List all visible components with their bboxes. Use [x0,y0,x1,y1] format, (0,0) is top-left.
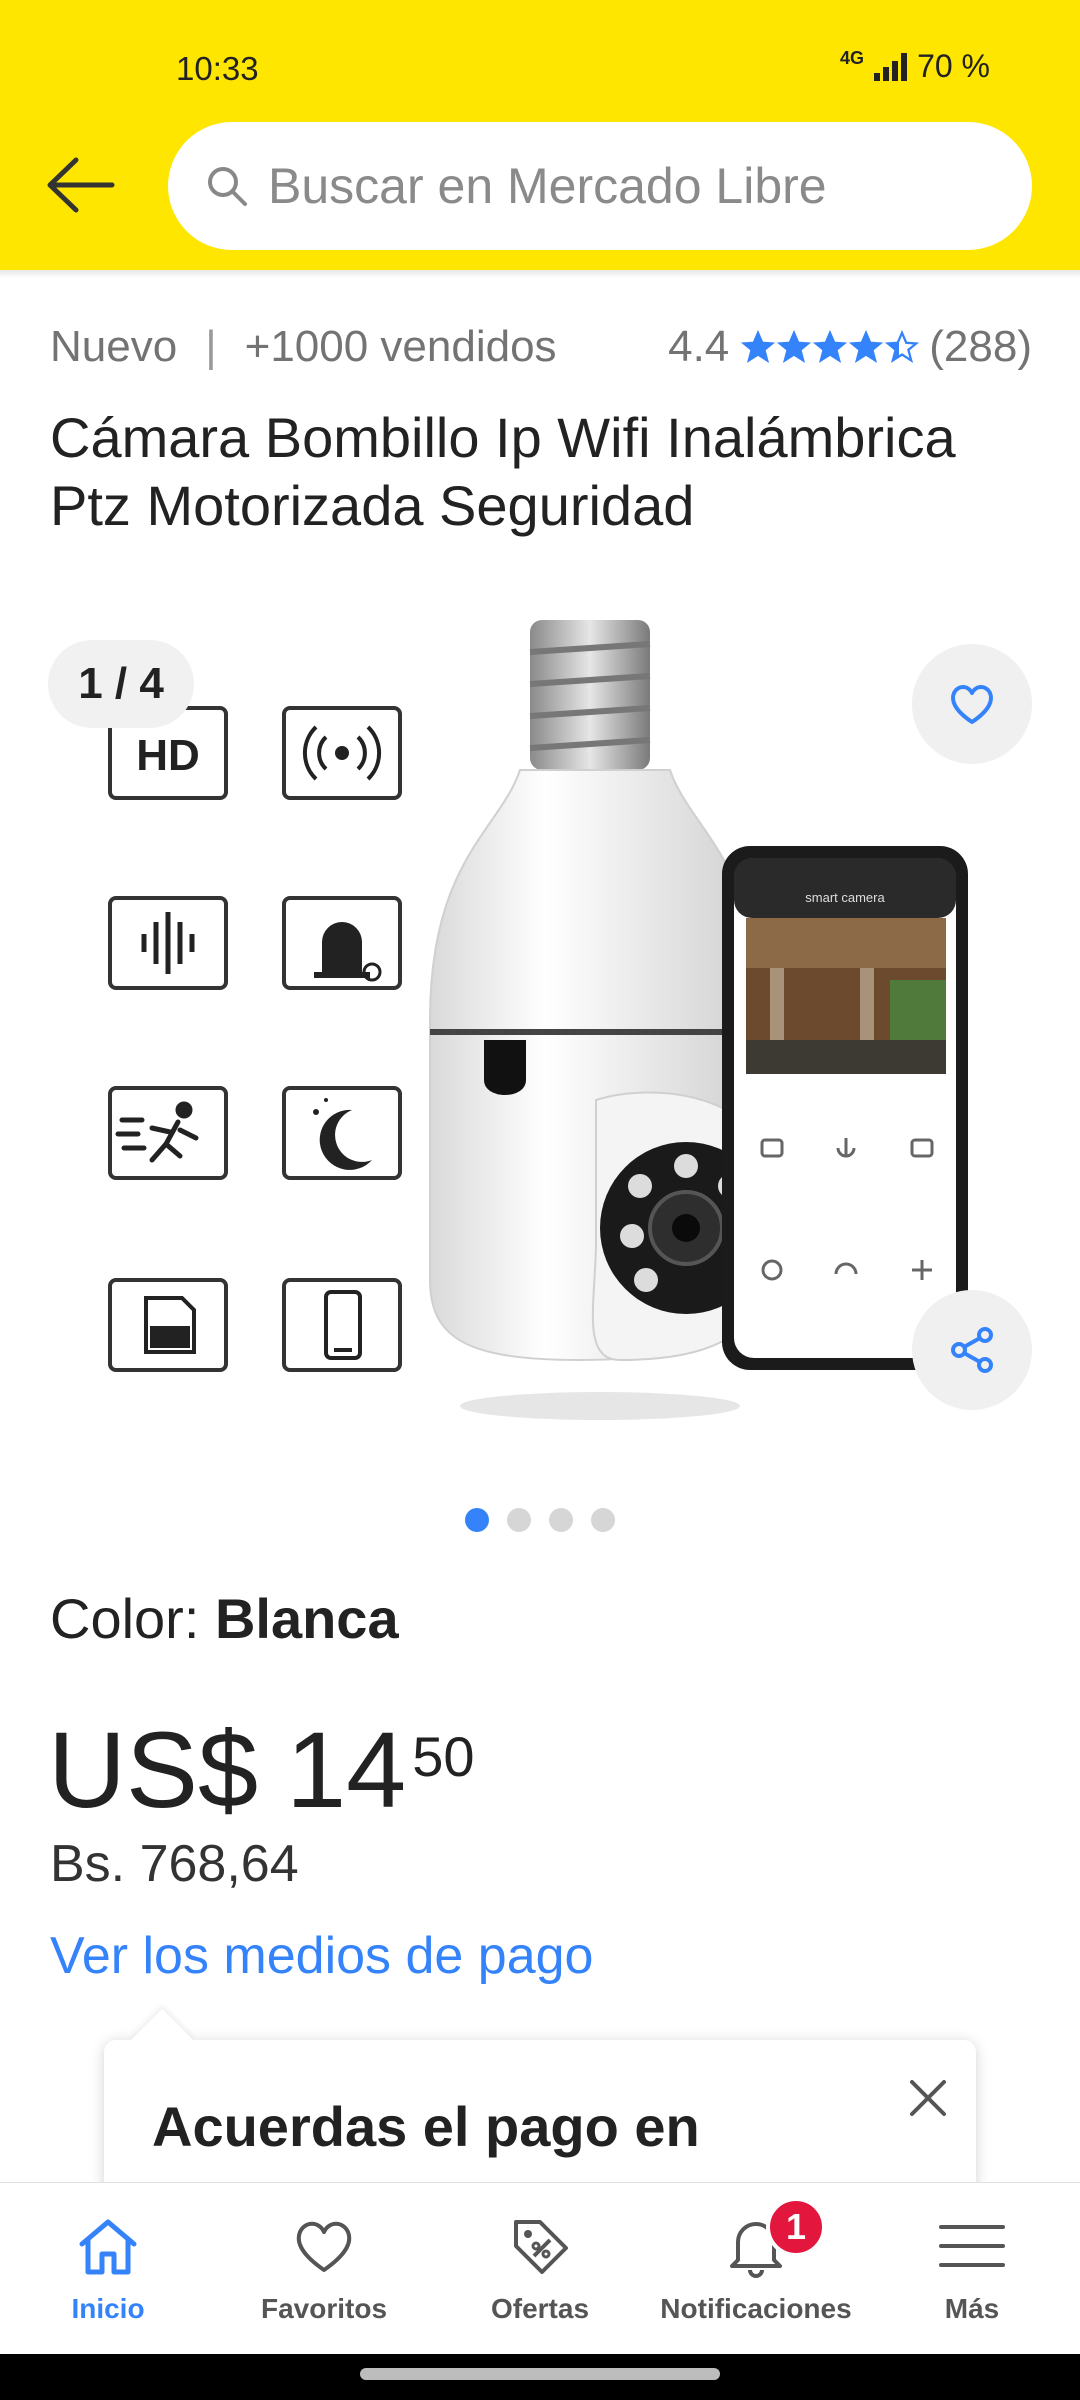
color-label: Color: [50,1587,200,1650]
network-type: 4G [840,48,865,68]
arrow-left-icon [47,157,115,213]
tooltip-close-button[interactable] [898,2068,958,2128]
home-icon [79,2219,137,2275]
meta-separator: | [205,322,217,371]
nav-label: Inicio [71,2293,145,2324]
app-header: 10:33 4G 70 % [0,0,1080,270]
rating-stars [741,330,920,364]
motion-icon [115,1101,199,1163]
audio-icon [141,912,195,974]
back-button[interactable] [40,150,130,220]
notification-badge: 1 [766,2197,826,2257]
alarm-icon [314,922,382,982]
search-input[interactable] [268,157,968,215]
pagination-dot[interactable] [591,1508,615,1532]
close-icon [910,2080,946,2116]
menu-icon [939,2225,1005,2267]
search-bar[interactable] [168,122,1032,250]
tag-icon [514,2220,568,2274]
wireless-icon [302,725,382,781]
condition-label: Nuevo [50,322,178,371]
price-currency: US$ [48,1709,259,1830]
tooltip-text: Acuerdas el pago en [152,2095,700,2158]
nav-label: Ofertas [490,2293,590,2324]
header-shadow [0,270,1080,278]
price-amount: 14 [286,1709,407,1830]
star-icon [813,330,848,364]
product-title: Cámara Bombillo Ip Wifi Inalámbrica Ptz … [50,406,956,537]
gallery-pagination[interactable] [0,1508,1080,1532]
favorite-button[interactable] [912,644,1032,764]
star-icon [741,330,776,364]
image-counter: 1 / 4 [48,640,194,728]
search-icon [208,167,247,206]
status-time: 10:33 [176,50,259,87]
nav-item-favoritos[interactable]: Favoritos [216,2183,432,2355]
sd-card-icon [144,1296,196,1354]
night-icon [313,1098,372,1170]
share-icon [951,1327,993,1373]
heart-icon [951,685,993,724]
pagination-dot[interactable] [465,1508,489,1532]
bulb-camera [429,620,772,1420]
status-icons: 4G 70 % [840,48,990,85]
battery-level: 70 % [917,48,990,84]
product-meta: Nuevo | +1000 vendidos [50,322,557,372]
color-variant[interactable]: Color: Blanca [50,1586,399,1651]
svg-text:smart camera: smart camera [805,890,885,905]
bottom-nav: Inicio Favoritos Ofertas 1 Notificacione… [0,2182,1080,2354]
nav-label: Más [944,2293,1000,2324]
star-icon [777,330,812,364]
nav-item-inicio[interactable]: Inicio [0,2183,216,2355]
nav-label: Favoritos [260,2293,388,2324]
signal-icon [874,52,908,81]
color-value: Blanca [214,1587,399,1650]
nav-label: Notificaciones [660,2293,852,2324]
local-price: Bs. 768,64 [50,1835,299,1893]
nav-item-ofertas[interactable]: Ofertas [432,2183,648,2355]
rating-value: 4.4 [668,322,730,371]
payment-methods-link[interactable]: Ver los medios de pago [50,1926,593,1986]
nav-item-notificaciones[interactable]: 1 Notificaciones [648,2183,864,2355]
review-count: (288) [929,322,1032,371]
rating-summary[interactable]: 4.4 (288) [668,322,1032,372]
nav-item-mas[interactable]: Más [864,2183,1080,2355]
home-gesture-bar[interactable] [360,2368,720,2380]
share-button[interactable] [912,1290,1032,1410]
star-icon [885,330,920,364]
price: US$ 14 50 [48,1710,475,1830]
star-icon [849,330,884,364]
price-cents: 50 [412,1725,475,1788]
pagination-dot[interactable] [507,1508,531,1532]
sold-count: +1000 vendidos [244,322,557,371]
heart-icon [296,2221,352,2272]
pagination-dot[interactable] [549,1508,573,1532]
hd-icon: HD [136,731,200,780]
phone-icon [324,1290,362,1360]
phone-app-mockup: smart camera [722,846,968,1370]
